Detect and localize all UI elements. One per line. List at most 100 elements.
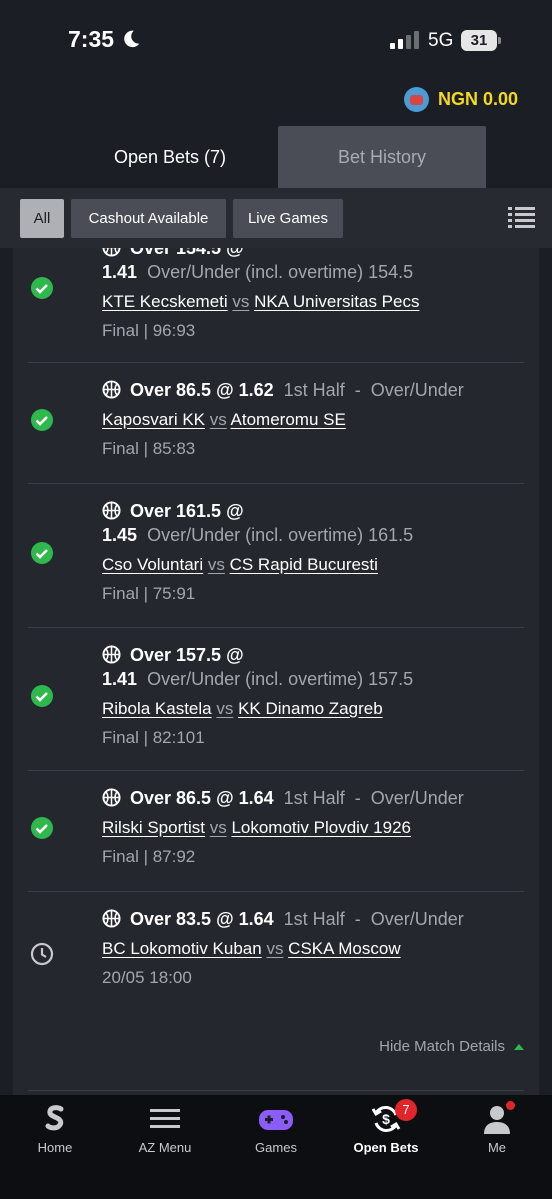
market-name: Over/Under (incl. overtime) 161.5	[147, 525, 414, 545]
filter-cashout-button[interactable]: Cashout Available	[71, 199, 226, 238]
bet-info: Over 86.5 @ 1.62 1st Half - Over/Under K…	[102, 378, 524, 459]
bet-row: Over 161.5 @ 1.45 Over/Under (incl. over…	[28, 484, 524, 628]
selection-title: Over 86.5 @ 1.62	[130, 380, 274, 400]
selection-odds: 1.45	[102, 525, 138, 545]
home-team[interactable]: Rilski Sportist	[102, 818, 205, 837]
status-bar: 7:35 5G 31	[0, 0, 552, 80]
hide-details-label: Hide Match Details	[379, 1038, 505, 1055]
bet-info: Over 161.5 @ 1.45 Over/Under (incl. over…	[102, 499, 524, 604]
battery-icon: 31	[461, 30, 501, 51]
balance-amount: NGN 0.00	[437, 88, 518, 109]
nav-az-menu-label: AZ Menu	[138, 1140, 192, 1155]
home-team[interactable]: Kaposvari KK	[102, 410, 205, 429]
match-link[interactable]: Cso Voluntari vs CS Rapid Bucuresti	[102, 555, 524, 575]
match-result: Final | 96:93	[102, 321, 196, 340]
basketball-icon	[102, 248, 121, 257]
away-team[interactable]: Lokomotiv Plovdiv 1926	[231, 818, 411, 837]
selection-title: Over 161.5 @	[130, 501, 244, 521]
basketball-icon	[102, 788, 121, 807]
notification-dot	[506, 1101, 515, 1110]
list-view-icon[interactable]	[508, 206, 535, 230]
nav-az-menu[interactable]: AZ Menu	[110, 1095, 220, 1165]
selection-title: Over 154.5 @	[130, 248, 244, 258]
bet-row: Over 154.5 @ 1.41 Over/Under (incl. over…	[28, 248, 524, 363]
nav-me[interactable]: Me	[442, 1095, 552, 1165]
selection-title: Over 86.5 @ 1.64	[130, 788, 274, 808]
filter-bar: All Cashout Available Live Games	[0, 188, 552, 248]
network-type: 5G	[428, 30, 454, 51]
market-name: Over/Under (incl. overtime) 157.5	[147, 669, 414, 689]
bet-row: Over 86.5 @ 1.62 1st Half - Over/Under K…	[28, 363, 524, 484]
selection-title: Over 83.5 @ 1.64	[130, 909, 274, 929]
nav-home-label: Home	[37, 1140, 73, 1155]
selection-odds: 1.41	[102, 262, 138, 282]
selection-odds: 1.41	[102, 669, 138, 689]
match-result: Final | 85:83	[102, 439, 196, 458]
nav-games[interactable]: Games	[221, 1095, 331, 1165]
basketball-icon	[102, 909, 121, 928]
match-link[interactable]: KTE Kecskemeti vs NKA Universitas Pecs	[102, 292, 524, 312]
bet-tabs: Open Bets (7) Bet History	[66, 126, 486, 188]
filter-all-button[interactable]: All	[20, 199, 64, 238]
match-link[interactable]: Ribola Kastela vs KK Dinamo Zagreb	[102, 699, 524, 719]
bet-details-panel: Over 154.5 @ 1.41 Over/Under (incl. over…	[13, 248, 539, 1095]
basketball-icon	[102, 501, 121, 520]
away-team[interactable]: NKA Universitas Pecs	[254, 292, 419, 311]
nav-home[interactable]: Home	[0, 1095, 110, 1165]
market-name: 1st Half - Over/Under	[283, 380, 464, 400]
svg-text:$: $	[382, 1111, 390, 1127]
bet-info: Over 157.5 @ 1.41 Over/Under (incl. over…	[102, 643, 524, 748]
hide-match-details-button[interactable]: Hide Match Details	[379, 1038, 524, 1055]
avatar[interactable]	[403, 86, 429, 112]
gamepad-icon	[259, 1110, 293, 1130]
battery-level: 31	[461, 30, 497, 51]
check-circle-icon	[31, 409, 53, 431]
match-result: Final | 82:101	[102, 728, 205, 747]
nav-open-bets[interactable]: $ 7 Open Bets	[331, 1095, 441, 1165]
basketball-icon	[102, 380, 121, 399]
away-team[interactable]: CS Rapid Bucuresti	[230, 555, 378, 574]
menu-icon	[150, 1109, 180, 1128]
away-team[interactable]: Atomeromu SE	[231, 410, 346, 429]
bet-info: Over 86.5 @ 1.64 1st Half - Over/Under R…	[102, 786, 524, 867]
status-time: 7:35	[68, 26, 115, 52]
check-circle-icon	[31, 277, 53, 299]
clock-icon	[30, 942, 54, 966]
match-link[interactable]: Kaposvari KK vs Atomeromu SE	[102, 410, 524, 430]
home-team[interactable]: BC Lokomotiv Kuban	[102, 939, 262, 958]
check-circle-icon	[31, 542, 53, 564]
nav-me-label: Me	[487, 1140, 507, 1155]
check-circle-icon	[31, 817, 53, 839]
filter-live-games-button[interactable]: Live Games	[233, 199, 343, 238]
check-circle-icon	[31, 685, 53, 707]
basketball-icon	[102, 645, 121, 664]
bet-row: Over 157.5 @ 1.41 Over/Under (incl. over…	[28, 628, 524, 771]
caret-up-icon	[514, 1043, 524, 1050]
match-result: Final | 87:92	[102, 847, 196, 866]
bet-info: Over 83.5 @ 1.64 1st Half - Over/Under B…	[102, 907, 524, 988]
account-balance[interactable]: NGN 0.00	[403, 86, 518, 112]
selection-title: Over 157.5 @	[130, 645, 244, 665]
match-link[interactable]: BC Lokomotiv Kuban vs CSKA Moscow	[102, 939, 524, 959]
home-team[interactable]: KTE Kecskemeti	[102, 292, 228, 311]
market-name: 1st Half - Over/Under	[283, 909, 464, 929]
away-team[interactable]: CSKA Moscow	[288, 939, 400, 958]
tab-open-bets[interactable]: Open Bets (7)	[66, 126, 274, 188]
divider	[28, 1090, 524, 1091]
market-name: Over/Under (incl. overtime) 154.5	[147, 262, 414, 282]
bet-row: Over 86.5 @ 1.64 1st Half - Over/Under R…	[28, 771, 524, 892]
match-time: 20/05 18:00	[102, 968, 192, 987]
tab-bet-history[interactable]: Bet History	[278, 126, 486, 188]
home-team[interactable]: Cso Voluntari	[102, 555, 203, 574]
market-name: 1st Half - Over/Under	[283, 788, 464, 808]
nav-open-bets-label: Open Bets	[353, 1140, 419, 1155]
moon-icon	[124, 30, 140, 48]
match-result: Final | 75:91	[102, 584, 196, 603]
cellular-signal-icon	[390, 31, 419, 49]
nav-games-label: Games	[255, 1140, 297, 1155]
away-team[interactable]: KK Dinamo Zagreb	[238, 699, 383, 718]
match-link[interactable]: Rilski Sportist vs Lokomotiv Plovdiv 192…	[102, 818, 524, 838]
sportybet-logo-icon	[45, 1105, 64, 1131]
home-team[interactable]: Ribola Kastela	[102, 699, 212, 718]
bottom-nav: Home AZ Menu Games $ 7 Open Bets Me	[0, 1095, 552, 1199]
